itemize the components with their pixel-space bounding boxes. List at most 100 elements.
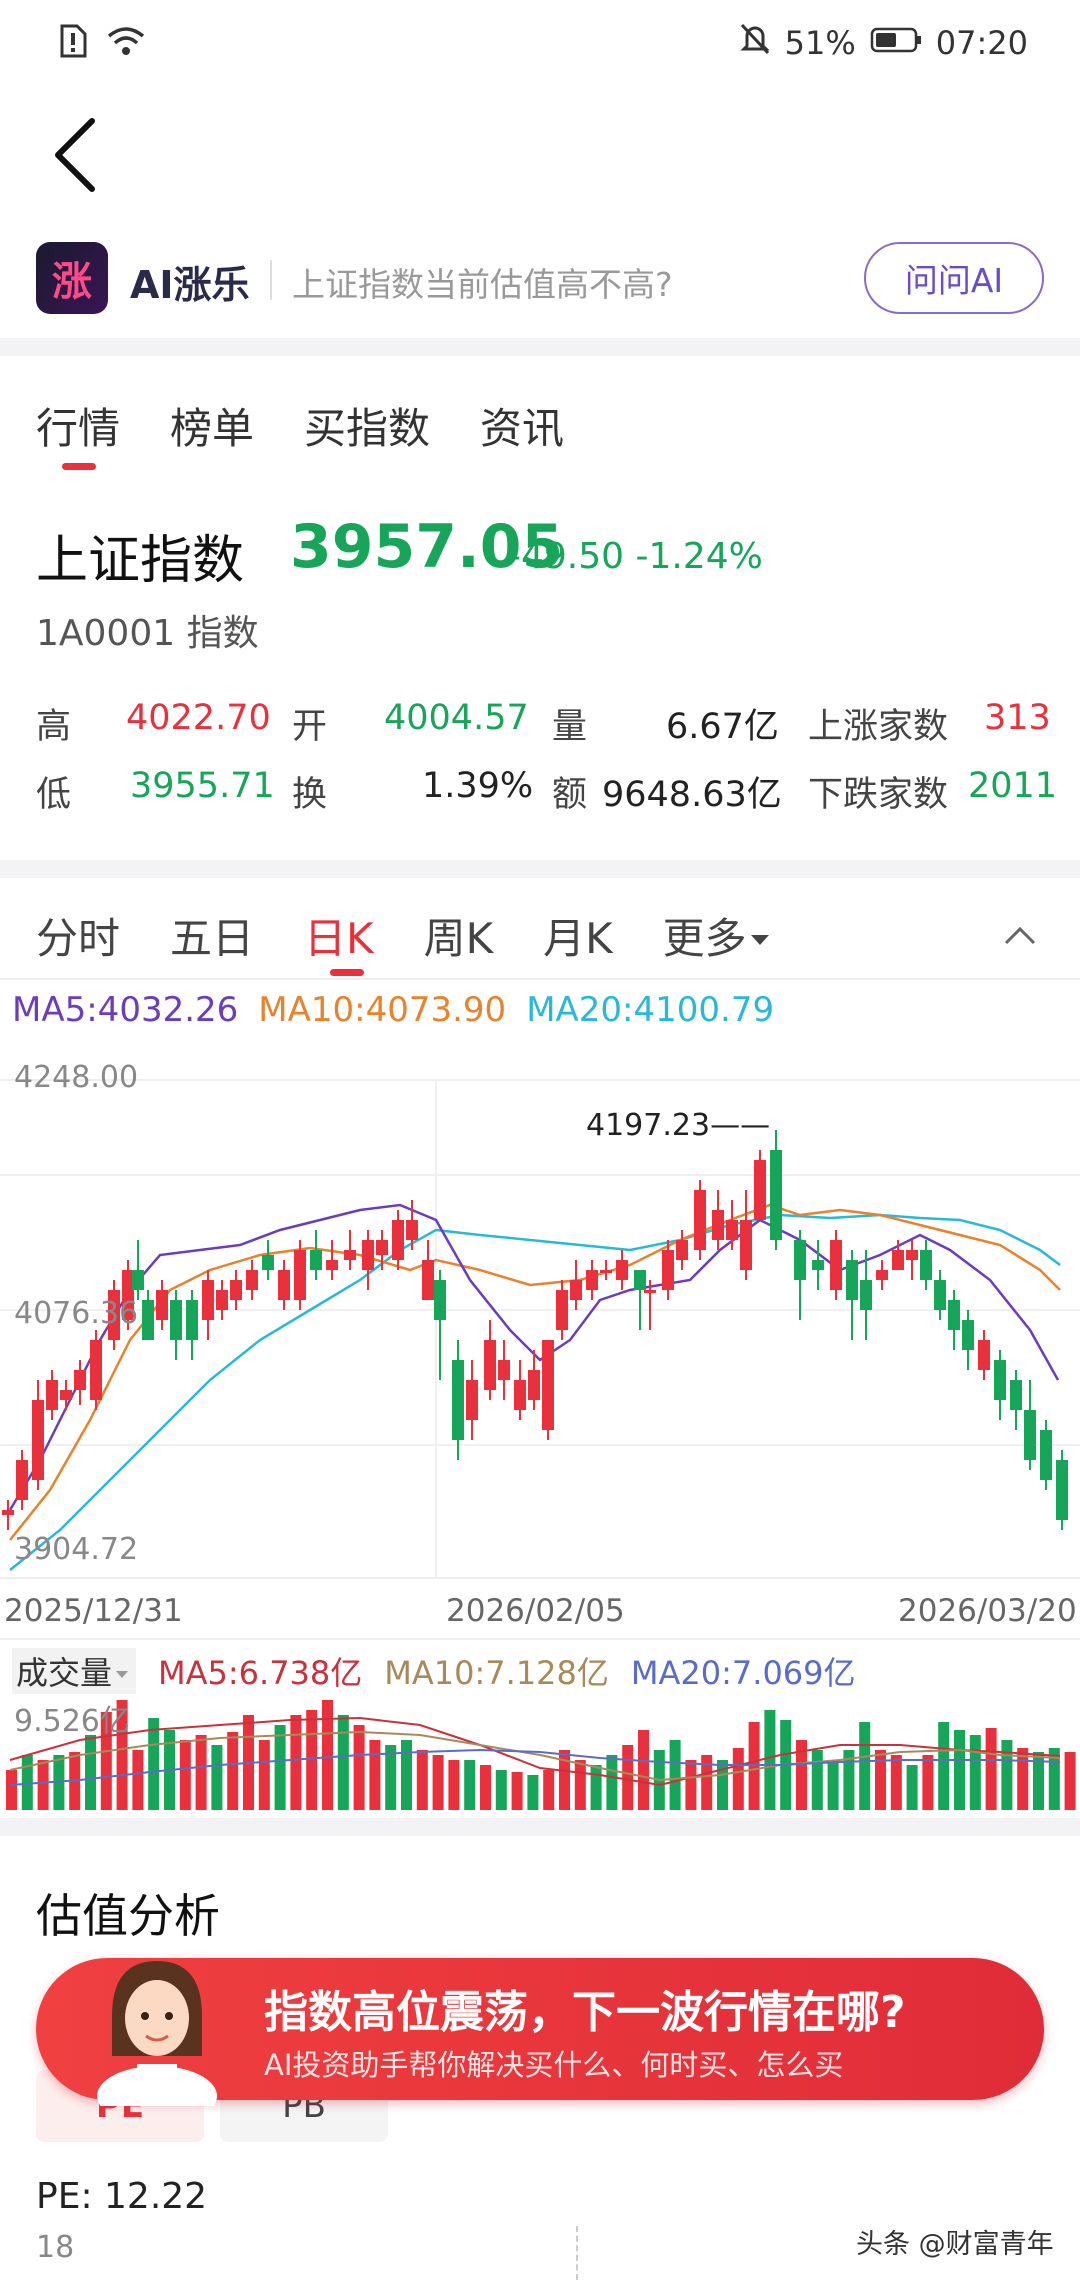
up-count-value: 313 [984,698,1051,738]
vol-ma5: MA5:6.738亿 [158,1654,363,1692]
candle-body [860,1280,872,1310]
candle-body [376,1240,388,1255]
volume-bar [622,1745,634,1810]
ai-suggested-question[interactable]: 上证指数当前估值高不高? [292,258,673,306]
volume-bar [337,1715,349,1810]
volume-bar [448,1760,460,1810]
candle-body [542,1340,554,1430]
volume-bar [322,1700,333,1810]
candle-body [694,1190,706,1250]
candle-body [600,1270,612,1273]
volume-bar [416,1750,428,1810]
candle-body [484,1340,496,1390]
candle-body [634,1270,646,1290]
main-tabs: 行情 榜单 买指数 资讯 [36,395,564,470]
ai-assistant-bar[interactable]: 涨 AI涨乐 上证指数当前估值高不高? 问问AI [0,230,1080,330]
candle-body [726,1220,738,1240]
clock: 07:20 [935,24,1028,62]
ask-ai-button[interactable]: 问问AI [864,242,1044,314]
tab-buy-index[interactable]: 买指数 [304,395,430,456]
chevron-left-icon [55,118,95,192]
volume-bar [432,1755,444,1810]
volume-bar [495,1770,507,1810]
back-button[interactable] [50,115,110,195]
volume-max: 9.526亿 [14,1704,130,1739]
candle-body [142,1300,154,1340]
volume-bar [211,1745,223,1810]
candle-body [422,1260,434,1300]
candle-body [740,1220,752,1270]
candle-body [186,1300,198,1340]
status-bar: 51% 07:20 [0,0,1080,90]
volume-bar [922,1755,934,1810]
candle-body [452,1360,464,1440]
candle-body [962,1320,974,1350]
candle-body [262,1255,274,1270]
mute-icon [739,22,771,64]
volume-bar [511,1772,523,1810]
volume-bar [811,1750,823,1810]
tab-weekly-k[interactable]: 周K [424,905,494,966]
volume-bar [290,1715,302,1810]
ma-legend: MA5:4032.26 MA10:4073.90 MA20:4100.79 [12,990,774,1030]
candle-body [892,1250,904,1270]
tab-intraday[interactable]: 分时 [36,905,120,966]
ai-name: AI涨乐 [130,263,250,307]
ma5-value: MA5:4032.26 [12,990,239,1030]
candle-body [616,1260,628,1280]
volume-bar [859,1722,871,1810]
low-value: 3955.71 [130,766,275,806]
candle-body [514,1380,526,1410]
volume-bar [527,1775,539,1810]
tab-market[interactable]: 行情 [36,395,120,470]
down-count-label: 下跌家数 [808,775,949,815]
turnover-label: 换 [292,775,328,815]
volume-bar [85,1735,96,1810]
volume-bar [543,1770,555,1810]
volume-bar [827,1760,839,1810]
tab-five-day[interactable]: 五日 [170,905,254,966]
battery-icon [870,24,922,62]
peak-value: 4197.23 [586,1108,711,1143]
volume-bar [385,1745,397,1810]
section-separator [0,1818,1080,1836]
volume-bar [590,1765,602,1810]
stat-row-1: 高 4022.70 开 4004.57 量 6.67亿 上涨家数 313 [36,698,1056,766]
tab-daily-k[interactable]: 日K [304,905,374,976]
candle-body [434,1280,446,1320]
tab-more[interactable]: 更多 [663,905,773,966]
volume-bar [669,1740,681,1810]
volume-bar [369,1740,381,1810]
candle-body [556,1290,568,1330]
tab-rankings[interactable]: 榜单 [170,395,254,456]
volume-indicator-select[interactable]: 成交量 [12,1648,137,1694]
collapse-button[interactable] [1000,915,1040,959]
more-label: 更多 [662,914,747,963]
candle-body [16,1460,28,1500]
low-label: 低 [36,775,72,815]
high-label: 高 [36,707,72,747]
tab-monthly-k[interactable]: 月K [543,905,613,966]
pe-value: PE: 12.22 [36,2176,208,2217]
volume-bar [969,1735,981,1810]
candle-body [216,1290,228,1310]
candlestick-chart[interactable] [0,1040,1080,1590]
candle-body [770,1150,782,1240]
candle-body [754,1160,766,1220]
volume-bar [6,1770,17,1810]
section-separator [0,338,1080,356]
down-count-value: 2011 [968,766,1058,806]
candle-body [1024,1410,1036,1460]
volume-chart[interactable] [0,1690,1080,1810]
volume-bar [401,1740,412,1810]
candle-body [876,1270,888,1280]
ai-logo: 涨 [36,242,108,314]
pe-chart-guide [576,2226,578,2280]
candle-body [246,1270,258,1290]
volume-bar [148,1718,160,1810]
candle-body [978,1340,990,1370]
tab-news[interactable]: 资讯 [480,395,564,456]
volume-bar [179,1740,191,1810]
candle-body [46,1380,58,1410]
candle-body [32,1400,44,1480]
